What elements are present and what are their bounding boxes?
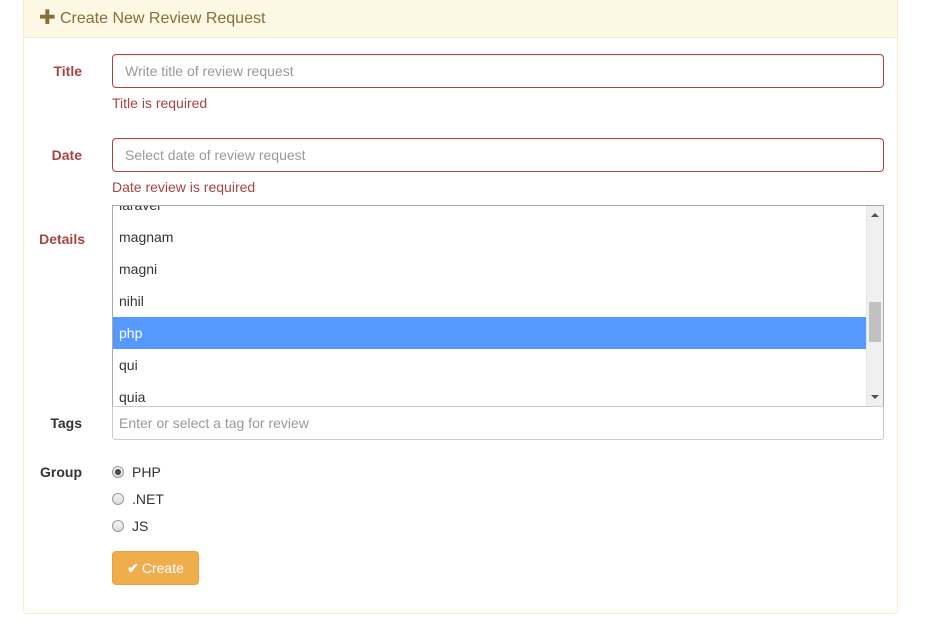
details-options: laravel magnam magni nihil php qui quia <box>113 206 866 406</box>
check-icon: ✔ <box>127 559 139 576</box>
details-option-nihil[interactable]: nihil <box>113 285 866 317</box>
radio-dotnet-label: .NET <box>132 491 164 507</box>
radio-php-label: PHP <box>132 464 161 480</box>
panel-heading: ✚ Create New Review Request <box>24 0 897 38</box>
details-option-qui[interactable]: qui <box>113 349 866 381</box>
date-error: Date review is required <box>112 179 256 195</box>
details-option-magni[interactable]: magni <box>113 253 866 285</box>
date-input[interactable] <box>112 138 884 172</box>
create-button[interactable]: ✔ Create <box>112 551 199 585</box>
details-label: Details <box>39 231 85 247</box>
details-option-magnam[interactable]: magnam <box>113 221 866 253</box>
details-listbox[interactable]: laravel magnam magni nihil php qui quia <box>112 205 884 407</box>
details-scrollbar[interactable] <box>866 206 883 406</box>
panel-title: Create New Review Request <box>60 10 266 27</box>
title-label: Title <box>53 63 82 79</box>
radio-js-label: JS <box>132 518 149 534</box>
tags-input[interactable] <box>112 406 884 440</box>
title-input[interactable] <box>112 54 884 88</box>
scrollbar-thumb[interactable] <box>869 302 881 342</box>
radio-js[interactable] <box>112 520 124 532</box>
tags-label: Tags <box>50 415 82 431</box>
details-option-quia[interactable]: quia <box>113 381 866 406</box>
radio-dotnet[interactable] <box>112 493 124 505</box>
details-option-laravel[interactable]: laravel <box>113 206 866 221</box>
create-button-label: Create <box>141 559 184 576</box>
scroll-down-icon[interactable] <box>871 395 879 399</box>
date-label: Date <box>51 147 82 163</box>
radio-php[interactable] <box>112 466 124 478</box>
details-option-php[interactable]: php <box>113 317 866 349</box>
title-error: Title is required <box>112 95 208 111</box>
scroll-up-icon[interactable] <box>871 213 879 217</box>
group-label: Group <box>40 464 82 480</box>
plus-icon: ✚ <box>39 7 56 29</box>
